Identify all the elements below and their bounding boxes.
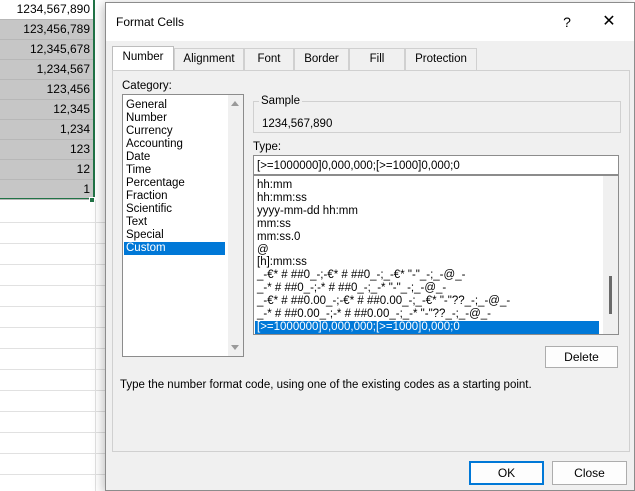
sheet-cell[interactable]: 1: [0, 180, 93, 200]
tab-number[interactable]: Number: [112, 46, 174, 70]
category-item-number[interactable]: Number: [126, 112, 167, 125]
category-item-date[interactable]: Date: [126, 151, 150, 164]
tab-border[interactable]: Border: [294, 48, 349, 70]
category-item-accounting[interactable]: Accounting: [126, 138, 183, 151]
category-scrollbar[interactable]: [228, 95, 243, 356]
grid-line: [0, 285, 110, 286]
dialog-titlebar: Format Cells ? ✕: [106, 3, 634, 41]
grid-line: [0, 432, 110, 433]
ok-button[interactable]: OK: [469, 461, 544, 485]
grid-line: [0, 369, 110, 370]
type-list-item[interactable]: mm:ss: [257, 218, 291, 231]
category-label: Category:: [122, 80, 172, 92]
close-icon[interactable]: ✕: [599, 12, 619, 32]
category-item-time[interactable]: Time: [126, 164, 151, 177]
grid-line: [0, 474, 110, 475]
sheet-cell[interactable]: 1,234: [0, 120, 93, 140]
sample-label: Sample: [259, 95, 302, 107]
category-item-custom[interactable]: Custom: [124, 242, 225, 255]
type-list-item[interactable]: hh:mm: [257, 179, 292, 192]
type-list-item[interactable]: [h]:mm:ss: [257, 256, 307, 269]
type-list-item[interactable]: _-* # ##0_-;-* # ##0_-;_-* "-"_-;_-@_-: [257, 282, 446, 295]
type-list-item[interactable]: @: [257, 244, 269, 257]
help-icon[interactable]: ?: [557, 12, 577, 32]
sheet-cell[interactable]: 1234,567,890: [0, 0, 93, 20]
sheet-cell[interactable]: 1,234,567: [0, 60, 93, 80]
dialog-title: Format Cells: [116, 15, 185, 29]
sheet-cell[interactable]: 12: [0, 160, 93, 180]
scroll-up-icon[interactable]: [231, 101, 239, 106]
type-label: Type:: [253, 141, 282, 153]
type-list-item[interactable]: _-* # ##0.00_-;-* # ##0.00_-;_-* "-"??_-…: [257, 308, 491, 321]
type-input[interactable]: [>=1000000]0,000,000;[>=1000]0,000;0: [253, 155, 619, 175]
grid-line: [0, 411, 110, 412]
category-item-currency[interactable]: Currency: [126, 125, 173, 138]
type-list-item[interactable]: _-€* # ##0.00_-;-€* # ##0.00_-;_-€* "-"?…: [257, 295, 510, 308]
scroll-down-icon[interactable]: [231, 345, 239, 350]
scroll-thumb[interactable]: [609, 276, 612, 314]
category-item-fraction[interactable]: Fraction: [126, 190, 168, 203]
sheet-cell[interactable]: 123,456,789: [0, 20, 93, 40]
category-item-general[interactable]: General: [126, 99, 167, 112]
number-tab-panel: Category: General Number Currency Accountin…: [112, 70, 630, 452]
delete-button-label: Delete: [564, 350, 599, 364]
sample-value: 1234,567,890: [262, 118, 333, 130]
tab-font[interactable]: Font: [244, 48, 294, 70]
grid-line: [0, 348, 110, 349]
grid-line: [0, 327, 110, 328]
category-item-percentage[interactable]: Percentage: [126, 177, 185, 190]
delete-button[interactable]: Delete: [545, 346, 618, 368]
sheet-cell[interactable]: 12,345: [0, 100, 93, 120]
type-listbox[interactable]: hh:mm hh:mm:ss yyyy-mm-dd hh:mm mm:ss mm:ss.…: [253, 175, 619, 335]
grid-line: [0, 306, 110, 307]
tab-protection[interactable]: Protection: [405, 48, 477, 70]
type-list-item[interactable]: [>=1000000]0,000,000;[>=1000]0,000;0: [255, 320, 599, 334]
close-button[interactable]: Close: [552, 461, 627, 485]
tab-alignment[interactable]: Alignment: [174, 48, 244, 70]
type-list-item[interactable]: yyyy-mm-dd hh:mm: [257, 205, 358, 218]
dialog-footer: OK Close: [106, 458, 634, 490]
type-list-item[interactable]: _-€* # ##0_-;-€* # ##0_-;_-€* "-"_-;_-@_…: [257, 269, 465, 282]
type-list-item[interactable]: mm:ss.0: [257, 231, 300, 244]
sheet-cell[interactable]: 123,456: [0, 80, 93, 100]
category-item-text[interactable]: Text: [126, 216, 147, 229]
tab-fill[interactable]: Fill: [349, 48, 405, 70]
grid-line: [95, 200, 96, 491]
category-item-scientific[interactable]: Scientific: [126, 203, 172, 216]
sheet-cell[interactable]: 12,345,678: [0, 40, 93, 60]
sheet-cell[interactable]: 123: [0, 140, 93, 160]
sample-group: Sample 1234,567,890: [253, 95, 621, 133]
type-list-item[interactable]: hh:mm:ss: [257, 192, 307, 205]
format-cells-dialog: Format Cells ? ✕ Number Alignment Font B…: [105, 2, 635, 491]
grid-line: [0, 390, 110, 391]
format-hint-text: Type the number format code, using one o…: [120, 379, 532, 391]
grid-line: [0, 264, 110, 265]
category-item-special[interactable]: Special: [126, 229, 164, 242]
type-scrollbar[interactable]: [603, 176, 618, 334]
category-listbox[interactable]: General Number Currency Accounting Date Time P…: [122, 94, 244, 357]
grid-line: [0, 243, 110, 244]
grid-line: [0, 222, 110, 223]
grid-line: [0, 453, 110, 454]
